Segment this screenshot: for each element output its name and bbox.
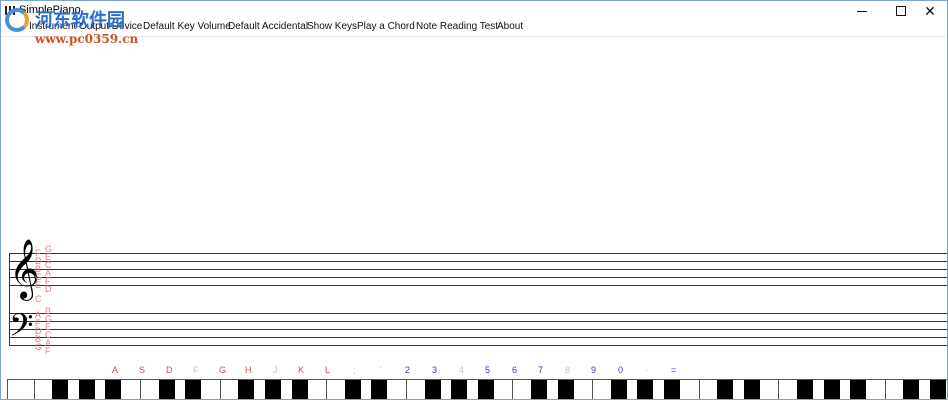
black-key[interactable] xyxy=(477,380,494,399)
white-key[interactable] xyxy=(7,380,34,399)
maximize-icon xyxy=(896,6,906,16)
black-key[interactable] xyxy=(371,380,388,399)
black-key[interactable] xyxy=(557,380,574,399)
menu-item-show-keys[interactable]: Show Keys xyxy=(307,21,357,32)
bass-staff-line xyxy=(9,313,947,314)
bass-clef-icon: 𝄢 xyxy=(9,307,34,351)
key-shortcut-label: 4 xyxy=(459,365,465,375)
treble-staff-line xyxy=(9,253,947,254)
black-key[interactable] xyxy=(850,380,867,399)
watermark-url: www.pc0359.cn xyxy=(35,32,139,46)
menu-item-about[interactable]: About xyxy=(497,21,523,32)
watermark: 河东软件园 www.pc0359.cn xyxy=(1,6,141,48)
black-key[interactable] xyxy=(743,380,760,399)
watermark-logo-icon xyxy=(5,8,29,32)
black-key[interactable] xyxy=(930,380,946,399)
menu-item-play-a-chord[interactable]: Play a Chord xyxy=(357,21,415,32)
black-key[interactable] xyxy=(52,380,69,399)
menu-bar: Instrument Output Device Default Key Volum… xyxy=(1,21,947,35)
menu-divider xyxy=(1,36,947,37)
key-shortcut-label: 9 xyxy=(591,365,597,375)
black-key[interactable] xyxy=(451,380,468,399)
black-key[interactable] xyxy=(424,380,441,399)
key-shortcut-label: 6 xyxy=(512,365,518,375)
black-key[interactable] xyxy=(265,380,281,399)
key-shortcut-label: L xyxy=(325,365,331,375)
key-shortcut-label: A xyxy=(112,365,119,375)
app-window: SimplePiano ✕ Instrument Output Device Def… xyxy=(0,0,948,400)
bass-staff-line xyxy=(9,321,947,322)
black-key[interactable] xyxy=(158,380,175,399)
black-key[interactable] xyxy=(344,380,361,399)
black-key[interactable] xyxy=(664,380,680,399)
piano-keyboard[interactable] xyxy=(7,379,947,399)
minimize-icon xyxy=(857,10,867,12)
menu-item-default-accidental[interactable]: Default Accidental xyxy=(228,21,308,32)
black-key[interactable] xyxy=(531,380,547,399)
grand-staff: 𝄞 𝄢 FDBGEGECAFDCAFDBGBGECAF xyxy=(1,237,947,357)
menu-item-default-key-volume[interactable]: Default Key Volume xyxy=(143,21,231,32)
title-bar[interactable]: SimplePiano ✕ xyxy=(1,1,947,21)
key-shortcut-label: ; xyxy=(353,365,356,375)
black-key[interactable] xyxy=(903,380,920,399)
black-key[interactable] xyxy=(105,380,122,399)
key-shortcut-label: F xyxy=(193,365,199,375)
key-shortcut-label: ' xyxy=(380,365,382,375)
close-button[interactable]: ✕ xyxy=(913,1,947,21)
key-shortcut-label: = xyxy=(671,365,677,375)
black-key[interactable] xyxy=(797,380,813,399)
black-key[interactable] xyxy=(823,380,840,399)
treble-staff-line xyxy=(9,269,947,270)
treble-staff-line xyxy=(9,277,947,278)
treble-staff-line xyxy=(9,261,947,262)
key-shortcut-label: 3 xyxy=(432,365,438,375)
black-key[interactable] xyxy=(185,380,202,399)
key-shortcut-label: 7 xyxy=(538,365,544,375)
watermark-title: 河东软件园 xyxy=(35,10,125,31)
middle-c-label: C xyxy=(35,294,42,304)
staff-note-label: G xyxy=(35,342,43,352)
black-key[interactable] xyxy=(717,380,734,399)
key-shortcut-label: G xyxy=(219,365,227,375)
bass-staff-line xyxy=(9,337,947,338)
treble-staff-line xyxy=(9,285,947,286)
black-key[interactable] xyxy=(637,380,654,399)
key-shortcut-label: J xyxy=(273,365,278,375)
staff-note-label: E xyxy=(35,280,42,290)
staff-note-label: D xyxy=(45,284,52,294)
black-key[interactable] xyxy=(78,380,95,399)
close-icon: ✕ xyxy=(924,3,936,19)
minimize-button[interactable] xyxy=(845,1,879,21)
key-shortcut-label: H xyxy=(245,365,252,375)
bass-staff-line xyxy=(9,345,947,346)
black-key[interactable] xyxy=(610,380,627,399)
key-shortcut-label: 5 xyxy=(485,365,491,375)
key-shortcut-label: K xyxy=(298,365,305,375)
menu-item-note-reading-test[interactable]: Note Reading Test xyxy=(416,21,498,32)
staff-note-label: F xyxy=(45,346,51,356)
key-shortcut-label: D xyxy=(166,365,173,375)
black-key[interactable] xyxy=(238,380,255,399)
key-shortcut-label: 0 xyxy=(618,365,624,375)
key-shortcut-label: 2 xyxy=(405,365,411,375)
keyboard-shortcut-labels: A S D F G H J K L; ' 2 3 4 5 6 7 8 9 0 - = xyxy=(1,365,947,377)
key-shortcut-label: S xyxy=(139,365,146,375)
bass-staff-line xyxy=(9,329,947,330)
key-shortcut-label: 8 xyxy=(565,365,571,375)
black-key[interactable] xyxy=(291,380,308,399)
key-shortcut-label: - xyxy=(646,365,649,375)
